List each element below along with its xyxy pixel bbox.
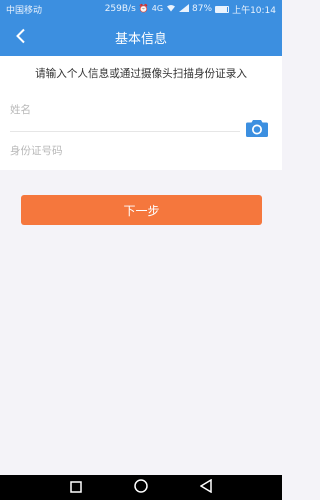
carrier-name: 中国移动: [6, 5, 43, 16]
recent-apps-button[interactable]: [68, 480, 84, 496]
network-type: 4G: [151, 4, 164, 13]
triangle-back-icon: [199, 478, 212, 497]
info-form: 请输入个人信息或通过摄像头扫描身份证录入: [0, 56, 282, 170]
scan-id-button[interactable]: [244, 119, 270, 141]
network-speed: 259B/s: [104, 4, 136, 14]
back-button[interactable]: [10, 27, 32, 49]
title-bar: 基本信息: [0, 18, 282, 56]
square-icon: [70, 478, 83, 497]
status-bar: 中国移动 259B/s ⏰ 4G 87% 上午10:14: [0, 0, 282, 18]
clock: 上午10:14: [232, 5, 276, 16]
signal-icon: [179, 4, 190, 14]
android-nav-bar: [0, 475, 282, 500]
circle-icon: [134, 478, 148, 497]
back-nav-button[interactable]: [198, 478, 214, 497]
form-intro: 请输入个人信息或通过摄像头扫描身份证录入: [35, 68, 247, 80]
wifi-icon: [166, 4, 176, 14]
id-number-input[interactable]: [10, 140, 230, 162]
status-indicators: 259B/s ⏰ 4G 87% 上午10:14: [105, 3, 276, 16]
camera-icon: [245, 118, 269, 142]
page-title: 基本信息: [114, 31, 167, 47]
battery-fill: [216, 6, 227, 12]
home-button[interactable]: [133, 478, 149, 497]
field-divider: [10, 131, 240, 132]
alarm-icon: ⏰: [138, 4, 149, 13]
name-input[interactable]: [10, 99, 230, 121]
battery-percent: 87%: [192, 4, 213, 14]
battery-icon: [215, 5, 230, 13]
next-button[interactable]: 下一步: [21, 195, 262, 225]
chevron-left-icon: [15, 28, 27, 48]
